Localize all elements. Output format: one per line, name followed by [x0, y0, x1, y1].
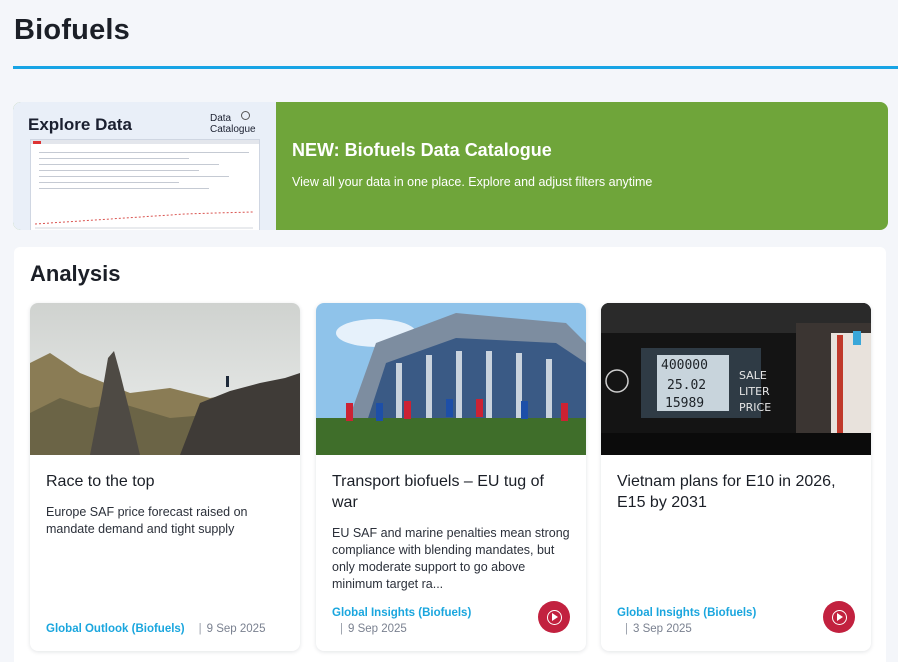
card-image-fuel-pump: 400000 25.02 15989 SALE LITER PRICE — [601, 303, 871, 455]
card-source[interactable]: Global Outlook (Biofuels) — [46, 623, 185, 635]
card-source[interactable]: Global Insights (Biofuels) — [332, 607, 471, 619]
banner-subtext: View all your data in one place. Explore… — [292, 175, 653, 189]
meta-separator: | — [198, 623, 202, 635]
card-meta: Global Outlook (Biofuels) | 9 Sep 2025 — [46, 623, 265, 635]
banner-heading[interactable]: NEW: Biofuels Data Catalogue — [292, 140, 872, 161]
title-underline — [13, 66, 898, 69]
card-title[interactable]: Vietnam plans for E10 in 2026, E15 by 20… — [617, 471, 855, 513]
fuel-display-label: PRICE — [739, 401, 771, 414]
card-date: 9 Sep 2025 — [348, 623, 407, 635]
fuel-display-number: 400000 — [661, 358, 708, 373]
card-image-building — [316, 303, 586, 455]
thumbnail-title: Explore Data — [28, 115, 132, 134]
play-circle-icon — [831, 609, 847, 625]
thumbnail-logo: Data Catalogue — [210, 113, 256, 135]
card-description: Europe SAF price forecast raised on mand… — [46, 505, 248, 536]
card-meta: Global Insights (Biofuels) | 3 Sep 2025 — [617, 607, 756, 635]
banner-thumbnail: Explore Data Data Catalogue — [13, 102, 276, 230]
thumbnail-screenshot — [30, 139, 260, 230]
play-button[interactable] — [538, 601, 570, 633]
analysis-card[interactable]: Race to the top Europe SAF price forecas… — [30, 303, 300, 651]
card-date: 9 Sep 2025 — [206, 623, 266, 635]
meta-separator: | — [340, 623, 343, 635]
magnifier-icon — [241, 111, 250, 120]
fuel-display-number: 15989 — [665, 396, 704, 411]
card-meta: Global Insights (Biofuels) | 9 Sep 2025 — [332, 607, 471, 635]
data-catalogue-banner[interactable]: Explore Data Data Catalogue NEW: Biofuel… — [13, 102, 888, 230]
page-title: Biofuels — [14, 14, 130, 46]
card-title[interactable]: Transport biofuels – EU tug of war — [332, 471, 570, 513]
analysis-heading: Analysis — [30, 261, 121, 286]
fuel-display-label: LITER — [739, 385, 770, 398]
fuel-display-number: 25.02 — [667, 378, 706, 393]
analysis-section: Analysis Race to the top Europe SAF pric… — [14, 247, 886, 662]
meta-separator: | — [625, 623, 628, 635]
card-date: 3 Sep 2025 — [633, 623, 692, 635]
card-image-mountain — [30, 303, 300, 455]
banner-text: NEW: Biofuels Data Catalogue View all yo… — [276, 102, 888, 230]
play-circle-icon — [546, 609, 562, 625]
card-description: EU SAF and marine penalties mean strong … — [332, 526, 570, 591]
analysis-card[interactable]: Transport biofuels – EU tug of war EU SA… — [316, 303, 586, 651]
play-button[interactable] — [823, 601, 855, 633]
analysis-card[interactable]: 400000 25.02 15989 SALE LITER PRICE Viet… — [601, 303, 871, 651]
card-title[interactable]: Race to the top — [46, 471, 284, 492]
card-source[interactable]: Global Insights (Biofuels) — [617, 607, 756, 619]
fuel-display-label: SALE — [739, 369, 767, 382]
